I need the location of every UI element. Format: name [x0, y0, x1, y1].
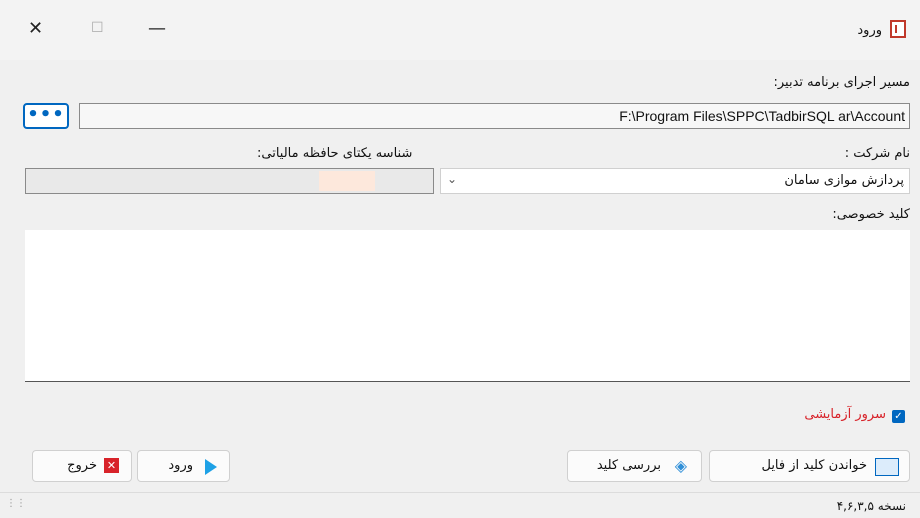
company-selected-value: پردازش موازی سامان — [784, 173, 904, 188]
window-title: ورود — [857, 23, 882, 38]
private-key-label: کلید خصوصی: — [832, 207, 910, 222]
app-logo-icon — [890, 20, 906, 38]
company-select[interactable]: پردازش موازی سامان ⌄ — [440, 168, 910, 194]
login-form: مسیر اجرای برنامه تدبیر: ••• F:\Program … — [0, 60, 920, 492]
exec-path-field[interactable]: F:\Program Files\SPPC\TadbirSQL ar\Accou… — [79, 103, 910, 129]
status-bar: ⋮⋮ نسخه ۴,۶,۳,۵ — [0, 492, 920, 518]
test-server-checkbox[interactable]: ✓ — [892, 410, 905, 423]
login-label: ورود — [168, 458, 193, 473]
minimize-window-button[interactable]: — — [148, 18, 166, 39]
resize-grip-icon[interactable]: ⋮⋮ — [6, 498, 26, 509]
maximize-window-button[interactable]: ☐ — [91, 20, 104, 36]
login-button[interactable]: ورود — [137, 450, 230, 482]
key-check-icon: ◈ — [674, 456, 687, 475]
tax-id-label: شناسه یکتای حافظه مالیاتی: — [257, 146, 413, 161]
play-arrow-icon — [205, 459, 217, 475]
folder-key-icon — [875, 458, 899, 476]
read-key-from-file-label: خواندن کلید از فایل — [761, 458, 867, 473]
test-server-label: سرور آزمایشی — [804, 407, 886, 422]
browse-button[interactable]: ••• — [23, 103, 69, 129]
read-key-from-file-button[interactable]: خواندن کلید از فایل — [709, 450, 910, 482]
close-x-icon: ✕ — [104, 458, 119, 473]
exit-label: خروج — [67, 458, 97, 473]
exit-button[interactable]: ✕ خروج — [32, 450, 132, 482]
tax-id-field[interactable] — [25, 168, 434, 194]
check-key-button[interactable]: ◈ بررسی کلید — [567, 450, 702, 482]
version-text: نسخه ۴,۶,۳,۵ — [836, 499, 906, 513]
title-bar: ✕ ☐ — ورود — [0, 0, 920, 60]
close-window-button[interactable]: ✕ — [28, 18, 43, 39]
check-key-label: بررسی کلید — [596, 458, 661, 473]
tax-id-highlight — [319, 171, 375, 191]
exec-path-value: F:\Program Files\SPPC\TadbirSQL ar\Accou… — [619, 108, 905, 124]
company-label: نام شرکت : — [844, 146, 910, 161]
private-key-textarea[interactable] — [25, 230, 910, 382]
exec-path-label: مسیر اجرای برنامه تدبیر: — [773, 75, 911, 90]
chevron-down-icon[interactable]: ⌄ — [447, 172, 457, 186]
